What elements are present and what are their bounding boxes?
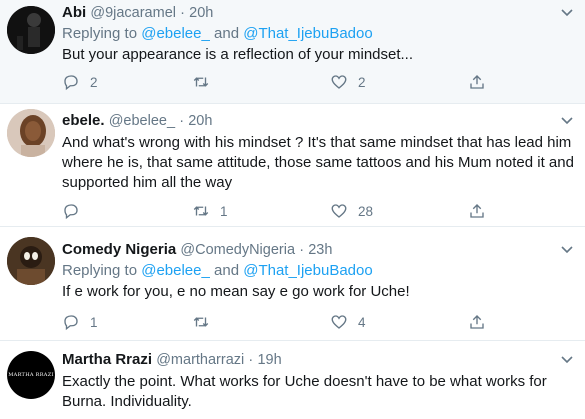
tweet-header: Martha Rrazi @martharrazi · 19h xyxy=(62,350,575,370)
share-button[interactable] xyxy=(468,312,486,332)
tweet-text: And what's wrong with his mindset ? It's… xyxy=(62,134,574,191)
reply-button[interactable]: 2 xyxy=(62,72,98,92)
chevron-down-icon[interactable] xyxy=(559,112,575,128)
retweet-icon xyxy=(193,317,209,327)
tweet-actions: 1 28 xyxy=(62,201,522,221)
timestamp[interactable]: 20h xyxy=(188,113,212,129)
share-icon xyxy=(470,204,484,218)
display-name[interactable]: Martha Rrazi xyxy=(62,351,152,368)
retweet-icon xyxy=(193,77,209,87)
tweet-text: Exactly the point. What works for Uche d… xyxy=(62,373,547,410)
like-icon xyxy=(331,75,347,89)
reply-count: 1 xyxy=(90,314,98,330)
retweet-icon xyxy=(193,206,209,216)
replying-to: Replying to @ebelee_ and @That_IjebuBado… xyxy=(62,23,575,44)
share-button[interactable] xyxy=(468,201,486,221)
tweet-header: Abi @9jacaramel · 20h xyxy=(62,3,575,23)
tweet[interactable]: ebele. @ebelee_ · 20h And what's wrong w… xyxy=(0,104,585,227)
like-button[interactable]: 4 xyxy=(330,312,366,332)
chevron-down-icon[interactable] xyxy=(559,241,575,257)
tweet-actions: 2 2 xyxy=(62,72,522,92)
mention-link[interactable]: @That_IjebuBadoo xyxy=(243,25,373,42)
display-name[interactable]: Comedy Nigeria xyxy=(62,241,176,258)
replying-to: Replying to @ebelee_ and @That_IjebuBado… xyxy=(62,260,575,281)
like-count: 4 xyxy=(358,314,366,330)
like-count: 28 xyxy=(358,203,374,219)
timestamp[interactable]: 23h xyxy=(308,242,332,258)
reply-button[interactable]: 1 xyxy=(62,312,98,332)
replying-prefix: Replying to xyxy=(62,262,138,279)
timestamp[interactable]: 20h xyxy=(189,5,213,21)
like-button[interactable]: 2 xyxy=(330,72,366,92)
separator-dot: · xyxy=(180,5,185,21)
mention-link[interactable]: @That_IjebuBadoo xyxy=(243,262,373,279)
reply-count: 2 xyxy=(90,74,98,90)
share-button[interactable] xyxy=(468,72,486,92)
tweet-text: But your appearance is a reflection of y… xyxy=(62,46,414,63)
avatar-logo-text: MARTHA RRAZI xyxy=(8,372,54,378)
mention-link[interactable]: @ebelee_ xyxy=(141,25,210,42)
share-icon xyxy=(470,315,484,329)
reply-button[interactable] xyxy=(62,201,90,221)
user-handle[interactable]: @9jacaramel xyxy=(90,5,176,21)
separator-dot: · xyxy=(299,242,305,258)
replying-join: and xyxy=(214,25,240,42)
separator-dot: · xyxy=(179,113,185,129)
avatar[interactable] xyxy=(7,6,55,54)
tweet[interactable]: Comedy Nigeria @ComedyNigeria · 23h Repl… xyxy=(0,227,585,341)
avatar[interactable] xyxy=(7,237,55,285)
reply-icon xyxy=(64,315,78,331)
like-count: 2 xyxy=(358,74,366,90)
tweet[interactable]: MARTHA RRAZI Martha Rrazi @martharrazi ·… xyxy=(0,341,585,419)
retweet-count: 1 xyxy=(220,203,228,219)
tweet-text: If e work for you, e no mean say e go wo… xyxy=(62,283,410,300)
timestamp[interactable]: 19h xyxy=(257,352,281,368)
share-icon xyxy=(470,75,484,89)
reply-icon xyxy=(64,204,78,220)
replying-join: and xyxy=(214,262,240,279)
like-icon xyxy=(331,204,347,218)
retweet-button[interactable]: 1 xyxy=(192,201,228,221)
chevron-down-icon[interactable] xyxy=(559,351,575,367)
retweet-button[interactable] xyxy=(192,312,220,332)
user-handle[interactable]: @martharrazi xyxy=(156,352,244,368)
chevron-down-icon[interactable] xyxy=(559,4,575,20)
avatar[interactable]: MARTHA RRAZI xyxy=(7,351,55,399)
display-name[interactable]: ebele. xyxy=(62,112,105,129)
user-handle[interactable]: @ebelee_ xyxy=(109,113,175,129)
replying-prefix: Replying to xyxy=(62,25,138,42)
separator-dot: · xyxy=(248,352,254,368)
tweet[interactable]: Abi @9jacaramel · 20h Replying to @ebele… xyxy=(0,0,585,104)
like-button[interactable]: 28 xyxy=(330,201,373,221)
avatar[interactable] xyxy=(7,109,55,157)
mention-link[interactable]: @ebelee_ xyxy=(141,262,210,279)
retweet-button[interactable] xyxy=(192,72,220,92)
tweet-header: ebele. @ebelee_ · 20h xyxy=(62,111,575,131)
user-handle[interactable]: @ComedyNigeria xyxy=(180,242,295,258)
reply-icon xyxy=(64,75,78,91)
display-name[interactable]: Abi xyxy=(62,4,86,21)
tweet-header: Comedy Nigeria @ComedyNigeria · 23h xyxy=(62,240,575,260)
like-icon xyxy=(331,315,347,329)
tweet-actions: 1 4 xyxy=(62,312,522,332)
